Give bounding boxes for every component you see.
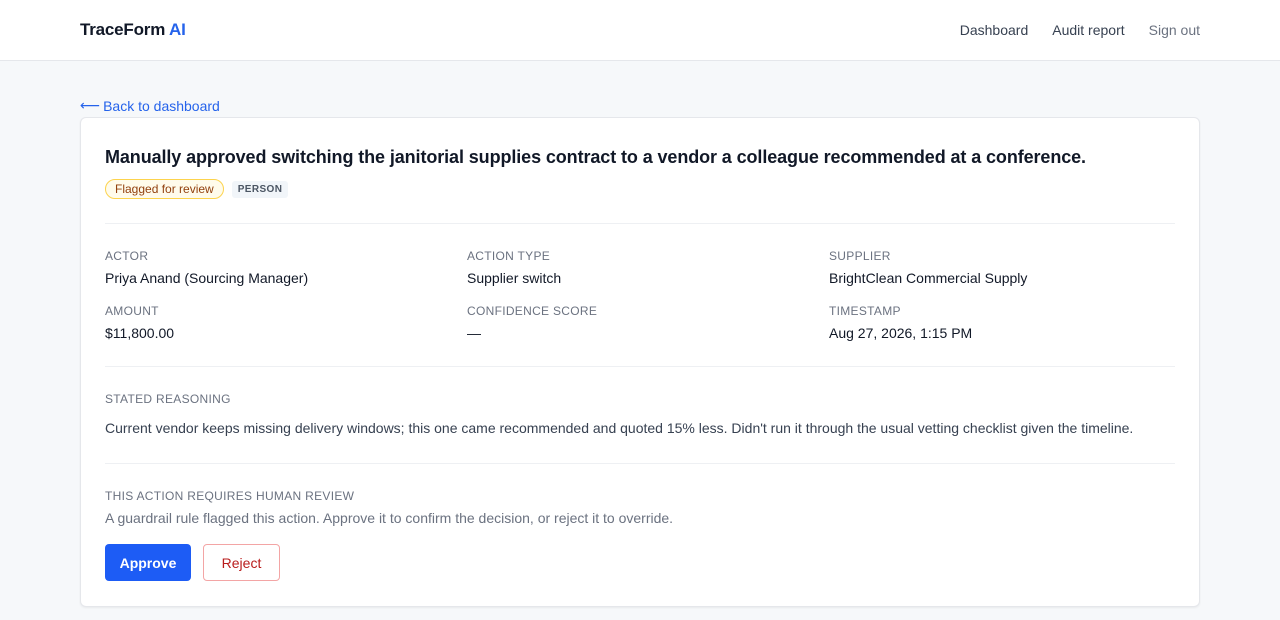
badge-row: Flagged for review PERSON [105, 179, 1175, 199]
field-label: TIMESTAMP [829, 304, 901, 318]
field-timestamp: TIMESTAMP Aug 27, 2026, 1:15 PM [829, 304, 1175, 341]
stated-reasoning-section: STATED REASONING Current vendor keeps mi… [105, 392, 1175, 436]
action-title: Manually approved switching the janitori… [105, 147, 1086, 167]
field-action-type: ACTION TYPE Supplier switch [467, 249, 829, 286]
field-supplier: SUPPLIER BrightClean Commercial Supply [829, 249, 1175, 286]
human-review-section: THIS ACTION REQUIRES HUMAN REVIEW A guar… [105, 489, 1175, 581]
field-confidence-score: CONFIDENCE SCORE — [467, 304, 829, 341]
brand-accent: AI [169, 20, 186, 39]
brand-name: TraceForm [80, 20, 166, 39]
field-value: $11,800.00 [105, 325, 175, 341]
nav-sign-out[interactable]: Sign out [1149, 22, 1200, 38]
actor-type-badge: PERSON [231, 180, 289, 198]
reasoning-label: STATED REASONING [105, 392, 231, 406]
nav-audit-report[interactable]: Audit report [1052, 22, 1124, 38]
review-actions: Approve Reject [105, 544, 1175, 581]
approve-button[interactable]: Approve [105, 544, 191, 581]
brand-logo[interactable]: TraceForm AI [80, 20, 186, 40]
field-value: Supplier switch [467, 270, 562, 286]
divider [105, 223, 1175, 224]
back-to-dashboard-link[interactable]: ⟵ Back to dashboard [80, 97, 220, 114]
reasoning-text: Current vendor keeps missing delivery wi… [105, 420, 1134, 436]
field-value: Priya Anand (Sourcing Manager) [105, 270, 309, 286]
field-label: ACTOR [105, 249, 149, 263]
field-value: — [467, 325, 481, 341]
top-bar: TraceForm AI Dashboard Audit report Sign… [0, 0, 1280, 61]
action-detail-card: Manually approved switching the janitori… [80, 117, 1200, 607]
field-actor: ACTOR Priya Anand (Sourcing Manager) [105, 249, 467, 286]
divider [105, 366, 1175, 367]
review-label: THIS ACTION REQUIRES HUMAN REVIEW [105, 489, 355, 503]
review-description: A guardrail rule flagged this action. Ap… [105, 510, 674, 526]
arrow-left-icon: ⟵ [80, 97, 101, 113]
nav-dashboard[interactable]: Dashboard [960, 22, 1029, 38]
field-amount: AMOUNT $11,800.00 [105, 304, 467, 341]
field-label: AMOUNT [105, 304, 159, 318]
field-value: Aug 27, 2026, 1:15 PM [829, 325, 973, 341]
reject-button[interactable]: Reject [203, 544, 280, 581]
divider [105, 463, 1175, 464]
field-value: BrightClean Commercial Supply [829, 270, 1028, 286]
field-label: SUPPLIER [829, 249, 891, 263]
field-label: CONFIDENCE SCORE [467, 304, 598, 318]
main-nav: Dashboard Audit report Sign out [960, 22, 1200, 38]
field-label: ACTION TYPE [467, 249, 551, 263]
status-badge: Flagged for review [105, 179, 224, 199]
details-grid: ACTOR Priya Anand (Sourcing Manager) ACT… [105, 249, 1175, 341]
back-link-label: Back to dashboard [103, 97, 220, 114]
